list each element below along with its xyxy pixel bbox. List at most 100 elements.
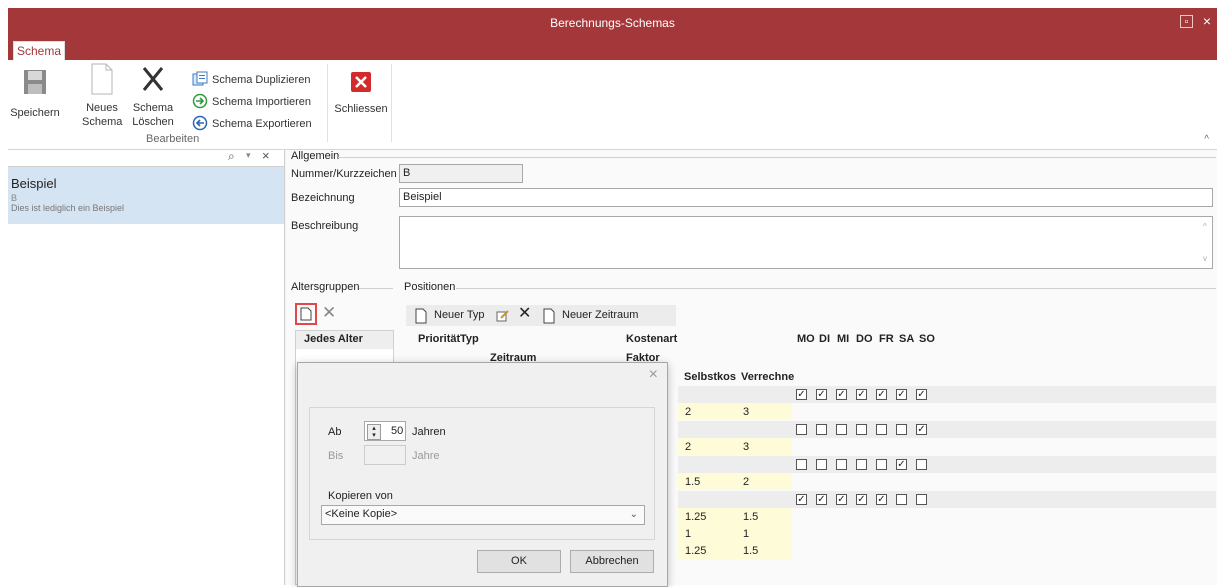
- day-checkbox-sa[interactable]: ✓: [896, 459, 907, 470]
- selbstkos-cell: 1.25: [685, 511, 707, 523]
- table-row[interactable]: [678, 491, 1216, 508]
- day-checkbox-fr[interactable]: ✓: [876, 494, 887, 505]
- table-row[interactable]: [678, 403, 792, 420]
- selbstkos-cell: 1.5: [685, 476, 701, 488]
- list-item-title: Beispiel: [11, 176, 57, 191]
- altersgruppen-title: Altersgruppen: [291, 281, 360, 293]
- title-bar: Berechnungs-Schemas ▫ ×: [8, 8, 1217, 38]
- header-prioritaet: Priorität: [418, 333, 461, 345]
- day-checkbox-mo[interactable]: ✓: [796, 389, 807, 400]
- day-header-mi: MI: [837, 333, 850, 345]
- close-window-button[interactable]: ×: [1199, 13, 1215, 29]
- schema-list-pane: ⌕ ▾ × Beispiel B Dies ist lediglich ein …: [8, 148, 285, 585]
- selbstkos-cell: 1: [685, 528, 692, 540]
- day-checkbox-mo[interactable]: [796, 424, 807, 435]
- day-checkbox-mi[interactable]: [836, 459, 847, 470]
- name-label: Bezeichnung: [291, 192, 355, 204]
- close-dialog-button[interactable]: ×: [649, 366, 658, 384]
- day-checkbox-di[interactable]: [816, 459, 827, 470]
- list-item-code: B: [11, 193, 18, 203]
- day-header-di: DI: [819, 333, 830, 345]
- duplicate-icon: [192, 71, 208, 86]
- description-field[interactable]: [399, 216, 1213, 269]
- collapse-ribbon-icon[interactable]: ^: [1204, 134, 1209, 145]
- table-row[interactable]: [678, 421, 1216, 438]
- description-label: Beschreibung: [291, 220, 359, 232]
- spin-buttons-icon[interactable]: ▴ ▾: [367, 424, 381, 440]
- table-row[interactable]: [678, 438, 792, 455]
- day-checkbox-mo[interactable]: ✓: [796, 494, 807, 505]
- save-icon: [24, 70, 46, 94]
- ribbon-group-label: Bearbeiten: [146, 133, 200, 145]
- scroll-up-icon[interactable]: ^: [1203, 222, 1207, 231]
- day-checkbox-mi[interactable]: [836, 424, 847, 435]
- scroll-down-icon[interactable]: v: [1203, 254, 1207, 263]
- day-checkbox-di[interactable]: ✓: [816, 494, 827, 505]
- day-checkbox-fr[interactable]: [876, 424, 887, 435]
- import-label: Schema Importieren: [212, 96, 312, 108]
- name-field[interactable]: Beispiel: [399, 188, 1213, 207]
- age-group-dialog: × Ab ▴ ▾ 50 Jahren Bis Jahre Kopieren von…: [297, 362, 668, 587]
- tab-schema[interactable]: Schema: [13, 41, 65, 60]
- delete-age-group-icon[interactable]: ✕: [322, 304, 336, 321]
- table-row[interactable]: [678, 386, 1216, 403]
- day-checkbox-so[interactable]: ✓: [916, 389, 927, 400]
- delete-schema-label-1: Schema: [132, 102, 174, 114]
- group-divider: [456, 288, 1216, 289]
- selbstkos-cell: 2: [685, 406, 692, 418]
- restore-icon[interactable]: ▫: [1180, 15, 1193, 28]
- day-checkbox-so[interactable]: [916, 459, 927, 470]
- day-checkbox-so[interactable]: ✓: [916, 424, 927, 435]
- list-item[interactable]: Beispiel B Dies ist lediglich ein Beispi…: [8, 167, 284, 224]
- day-header-mo: MO: [797, 333, 815, 345]
- copy-from-select[interactable]: <Keine Kopie> ⌄: [321, 505, 645, 525]
- verrechne-cell: 3: [743, 441, 750, 453]
- clear-search-icon[interactable]: ×: [262, 148, 270, 163]
- day-checkbox-fr[interactable]: [876, 459, 887, 470]
- search-icon[interactable]: ⌕: [228, 149, 235, 164]
- day-checkbox-do[interactable]: ✓: [856, 494, 867, 505]
- bis-field[interactable]: [364, 445, 406, 465]
- new-type-button[interactable]: Neuer Typ: [434, 309, 485, 321]
- new-period-button[interactable]: Neuer Zeitraum: [562, 309, 638, 321]
- code-field[interactable]: B: [399, 164, 523, 183]
- ab-value: 50: [391, 425, 404, 437]
- new-schema-button[interactable]: Neues Schema: [82, 62, 122, 129]
- day-checkbox-fr[interactable]: ✓: [876, 389, 887, 400]
- day-checkbox-mi[interactable]: ✓: [836, 494, 847, 505]
- close-schema-button[interactable]: Schliessen: [331, 72, 391, 116]
- day-checkbox-di[interactable]: ✓: [816, 389, 827, 400]
- day-checkbox-di[interactable]: [816, 424, 827, 435]
- close-label: Schliessen: [334, 103, 388, 115]
- search-input[interactable]: ⌕ ▾ ×: [8, 148, 284, 167]
- header-selbstkos: Selbstkos: [684, 371, 736, 383]
- chevron-down-icon[interactable]: ▾: [246, 150, 251, 161]
- selbstkos-cell: 2: [685, 441, 692, 453]
- list-item[interactable]: Jedes Alter: [296, 331, 393, 349]
- bis-unit: Jahre: [412, 450, 440, 462]
- day-checkbox-sa[interactable]: [896, 424, 907, 435]
- day-checkbox-so[interactable]: [916, 494, 927, 505]
- age-group-item-label: Jedes Alter: [304, 333, 363, 345]
- new-document-icon: [91, 63, 113, 95]
- day-checkbox-do[interactable]: ✓: [856, 389, 867, 400]
- copy-from-value: <Keine Kopie>: [325, 508, 398, 520]
- ribbon-separator: [327, 64, 328, 142]
- day-checkbox-do[interactable]: [856, 459, 867, 470]
- add-age-group-button[interactable]: [295, 303, 317, 325]
- table-row[interactable]: [678, 525, 792, 542]
- ab-stepper[interactable]: ▴ ▾ 50: [364, 421, 406, 441]
- ok-button[interactable]: OK: [477, 550, 561, 573]
- cancel-button[interactable]: Abbrechen: [570, 550, 654, 573]
- ab-unit: Jahren: [412, 426, 446, 438]
- table-row[interactable]: [678, 456, 1216, 473]
- day-checkbox-mi[interactable]: ✓: [836, 389, 847, 400]
- delete-position-icon[interactable]: ✕: [518, 306, 531, 322]
- day-checkbox-do[interactable]: [856, 424, 867, 435]
- day-checkbox-mo[interactable]: [796, 459, 807, 470]
- day-checkbox-sa[interactable]: [896, 494, 907, 505]
- positions-toolbar: Neuer Typ ✕ Neuer Zeitraum: [406, 305, 676, 326]
- delete-schema-button[interactable]: Schema Löschen: [129, 62, 177, 129]
- save-button[interactable]: Speichern: [10, 68, 60, 120]
- day-checkbox-sa[interactable]: ✓: [896, 389, 907, 400]
